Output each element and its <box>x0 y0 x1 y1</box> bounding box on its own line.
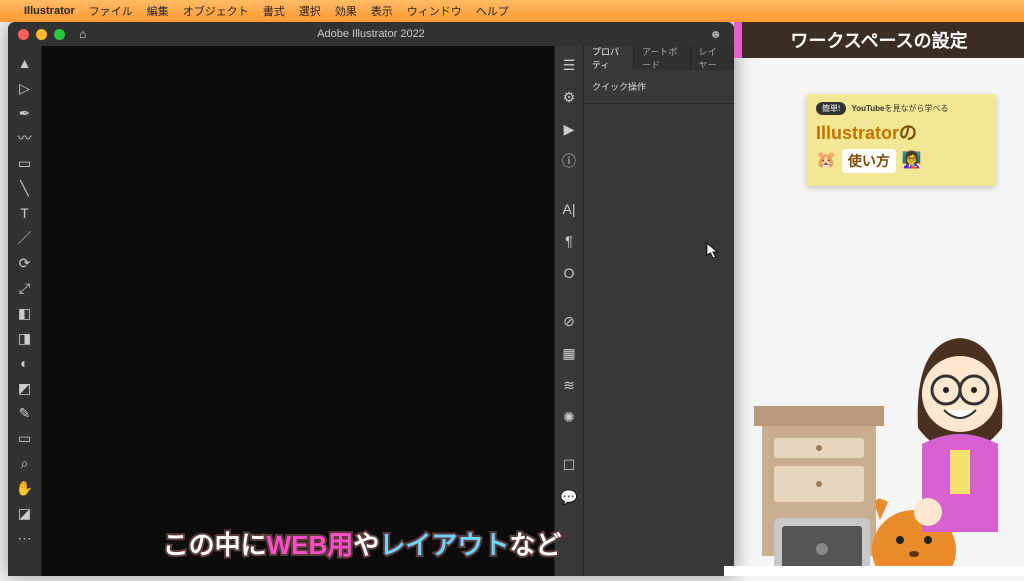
tool-more[interactable]: ⋯ <box>11 527 39 549</box>
app-body: ▲ ▷ ✒ 〰 ▭ ╲ T ／ ⟳ ⤢ ◧ ◨ ◐ ◩ ✎ ▭ ⌕ ✋ ◪ ⋯ … <box>8 46 734 576</box>
window-minimize-button[interactable] <box>36 29 47 40</box>
tab-artboards[interactable]: アートボード <box>634 46 691 70</box>
tool-zoom[interactable]: ⌕ <box>11 452 39 474</box>
panel-icon-info[interactable]: ⓘ <box>556 150 582 172</box>
window-zoom-button[interactable] <box>54 29 65 40</box>
tool-hand[interactable]: ✋ <box>11 477 39 499</box>
thumb-top-line: 簡単! YouTubeを見ながら学べる <box>816 102 986 115</box>
tools-panel: ▲ ▷ ✒ 〰 ▭ ╲ T ／ ⟳ ⤢ ◧ ◨ ◐ ◩ ✎ ▭ ⌕ ✋ ◪ ⋯ <box>8 46 42 576</box>
thumb-main-brand: Illustrator <box>816 123 899 143</box>
tool-type[interactable]: T <box>11 202 39 224</box>
panel-icon-export[interactable]: ☐ <box>556 454 582 476</box>
panel-icon-character[interactable]: A| <box>556 198 582 220</box>
panel-icon-swatches[interactable]: ▦ <box>556 342 582 364</box>
tool-scale[interactable]: ⤢ <box>11 277 39 299</box>
menu-edit[interactable]: 編集 <box>147 3 169 19</box>
course-thumbnail: 簡単! YouTubeを見ながら学べる Illustratorの 🐹 使い方 👩… <box>806 94 996 186</box>
tool-shape-builder[interactable]: ◐ <box>11 352 39 374</box>
right-panel: プロパティ アートボード レイヤー クイック操作 <box>584 46 734 576</box>
thumb-main-line: Illustratorの <box>816 119 986 145</box>
tool-eyedropper[interactable]: ✎ <box>11 402 39 424</box>
tool-rotate[interactable]: ⟳ <box>11 252 39 274</box>
tool-selection[interactable]: ▲ <box>11 52 39 74</box>
menu-view[interactable]: 表示 <box>371 3 393 19</box>
panel-icon-comments[interactable]: 💬 <box>556 486 582 508</box>
presenter-illustration <box>724 266 1024 576</box>
home-icon[interactable]: ⌂ <box>79 27 86 41</box>
thumb-sub-row: 🐹 使い方 👩‍🏫 <box>816 147 986 173</box>
panel-icon-links[interactable]: ⊘ <box>556 310 582 332</box>
tool-width[interactable]: ◧ <box>11 302 39 324</box>
quick-actions-section: クイック操作 <box>584 70 734 104</box>
menu-window[interactable]: ウィンドウ <box>407 3 462 19</box>
menu-file[interactable]: ファイル <box>89 3 133 19</box>
tool-curvature[interactable]: 〰 <box>11 127 39 149</box>
thumb-presenter-avatar-icon: 👩‍🏫 <box>902 150 922 170</box>
panel-icon-libraries[interactable]: ⚙ <box>556 86 582 108</box>
panel-icon-actions[interactable]: ▶ <box>556 118 582 140</box>
mac-menubar: Illustrator ファイル 編集 オブジェクト 書式 選択 効果 表示 ウ… <box>0 0 1024 22</box>
slide-title-banner: ワークスペースの設定 <box>734 22 1024 58</box>
menu-object[interactable]: オブジェクト <box>183 3 249 19</box>
illustrator-window: ⌂ Adobe Illustrator 2022 ☻ ▲ ▷ ✒ 〰 ▭ ╲ T… <box>8 22 734 576</box>
window-close-button[interactable] <box>18 29 29 40</box>
slide-title-text: ワークスペースの設定 <box>790 27 967 53</box>
menu-type[interactable]: 書式 <box>263 3 285 19</box>
menu-select[interactable]: 選択 <box>299 3 321 19</box>
thumb-badge: 簡単! <box>816 102 846 115</box>
tool-paintbrush[interactable]: ╲ <box>11 177 39 199</box>
window-title: Adobe Illustrator 2022 <box>8 28 734 40</box>
thumb-subtitle: を見ながら学べる <box>885 104 949 113</box>
panel-icon-paragraph[interactable]: ¶ <box>556 230 582 252</box>
panel-icon-symbols[interactable]: ✺ <box>556 406 582 428</box>
tab-properties[interactable]: プロパティ <box>584 46 634 70</box>
tool-rectangle[interactable]: ▭ <box>11 152 39 174</box>
tool-fill-stroke[interactable]: ◪ <box>11 502 39 524</box>
menu-help[interactable]: ヘルプ <box>476 3 509 19</box>
tool-artboard[interactable]: ▭ <box>11 427 39 449</box>
menubar-app-name[interactable]: Illustrator <box>24 5 75 17</box>
tool-line[interactable]: ／ <box>11 227 39 249</box>
panel-icon-opentype[interactable]: O <box>556 262 582 284</box>
tool-direct-selection[interactable]: ▷ <box>11 77 39 99</box>
thumb-sub-label: 使い方 <box>842 149 896 173</box>
tool-gradient[interactable]: ◩ <box>11 377 39 399</box>
thumb-brand: YouTube <box>851 104 884 113</box>
right-panel-tabs: プロパティ アートボード レイヤー <box>584 46 734 70</box>
tab-layers[interactable]: レイヤー <box>691 46 734 70</box>
panel-icon-brushes[interactable]: ≋ <box>556 374 582 396</box>
thumb-main-suffix: の <box>899 123 917 143</box>
menu-effect[interactable]: 効果 <box>335 3 357 19</box>
tool-pen[interactable]: ✒ <box>11 102 39 124</box>
tool-eraser[interactable]: ◨ <box>11 327 39 349</box>
canvas[interactable] <box>42 46 554 576</box>
quick-actions-label: クイック操作 <box>592 82 646 92</box>
window-titlebar: ⌂ Adobe Illustrator 2022 ☻ <box>8 22 734 46</box>
side-icon-strip: ☰ ⚙ ▶ ⓘ A| ¶ O ⊘ ▦ ≋ ✺ ☐ 💬 <box>554 46 584 576</box>
user-account-icon[interactable]: ☻ <box>709 27 722 41</box>
traffic-lights <box>8 29 65 40</box>
thumb-mascot-small-icon: 🐹 <box>816 150 836 170</box>
panel-icon-properties[interactable]: ☰ <box>556 54 582 76</box>
